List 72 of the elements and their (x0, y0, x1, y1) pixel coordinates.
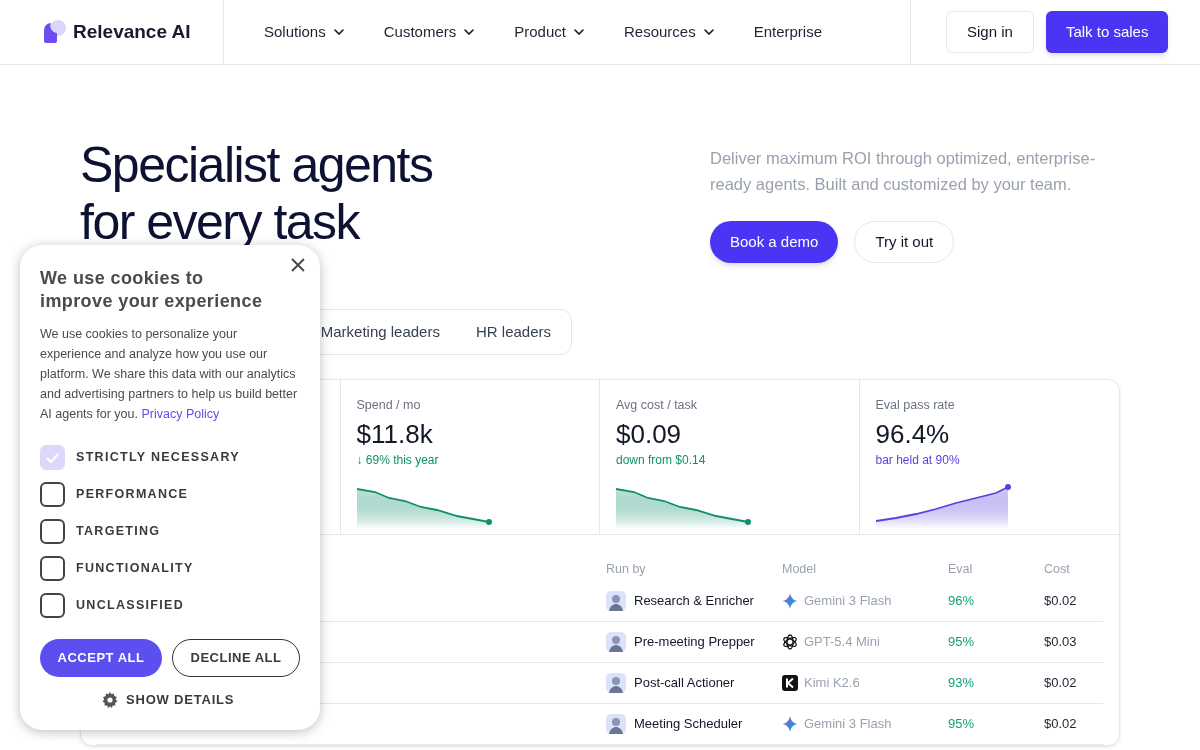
stat-value: 96.4% (875, 417, 951, 451)
tab[interactable]: Marketing leaders (304, 314, 456, 350)
nav-link[interactable]: Customers (383, 20, 475, 44)
cookie-option-label: PERFORMANCE (76, 486, 189, 504)
talk-to-sales-button[interactable]: Talk to sales (1045, 11, 1169, 53)
avatar-icon (606, 632, 626, 652)
nav-link[interactable]: Resources (623, 20, 714, 44)
stat-label: Spend / mo (356, 397, 422, 414)
stat-value: $11.8k (356, 417, 434, 451)
cost-value: $0.02 (1044, 715, 1077, 734)
stat-value: $0.09 (616, 417, 683, 451)
stat-note: ↓ 69% this year (356, 451, 440, 469)
gear-icon (102, 691, 118, 708)
logo-icon (41, 19, 67, 45)
cookie-description: We use cookies to personalize your experience and analyze how you use our platform. We share this data with our analytics and advertising partners to help us build better AI agents for you. Privacy Policy (40, 326, 299, 423)
accept-all-button[interactable]: ACCEPT ALL (40, 639, 162, 677)
cost-value: $0.03 (1044, 633, 1077, 652)
chevron-down-icon (333, 29, 344, 35)
privacy-policy-link[interactable]: Privacy Policy (141, 407, 220, 421)
cookie-option-label: STRICTLY NECESSARY (76, 449, 240, 467)
cookie-option-label: TARGETING (76, 523, 161, 541)
close-icon[interactable] (290, 257, 306, 273)
avatar-icon (606, 673, 626, 693)
avatar-icon (606, 714, 626, 734)
app-icon (782, 675, 798, 691)
eval-score: 93% (948, 674, 975, 693)
avatar-icon (606, 591, 626, 611)
eval-score: 95% (948, 715, 975, 734)
check-icon (46, 452, 59, 463)
stat-note: down from $0.14 (616, 451, 707, 469)
eval-score: 96% (948, 592, 975, 611)
stat-note: bar held at 90% (875, 451, 961, 469)
tab[interactable]: HR leaders (459, 314, 567, 350)
chevron-down-icon (703, 29, 714, 35)
checkbox[interactable] (40, 482, 65, 507)
hero-subtitle: Deliver maximum ROI through optimized, enterprise-ready agents. Built and customized by your team. (710, 148, 1097, 195)
column-header: Run by (606, 561, 646, 579)
cost-value: $0.02 (1044, 674, 1077, 693)
nav-link[interactable]: Enterprise (753, 20, 823, 44)
model-name: Gemini 3 Flash (804, 715, 892, 734)
cookie-option-label: UNCLASSIFIED (76, 597, 184, 615)
agent-name: Pre-meeting Prepper (634, 633, 755, 652)
book-demo-button[interactable]: Book a demo (710, 221, 839, 263)
column-header: Eval (948, 561, 973, 579)
checkbox[interactable] (40, 519, 65, 544)
column-header: Model (782, 561, 817, 579)
model-name: GPT-5.4 Mini (804, 633, 880, 652)
show-details-button[interactable]: SHOW DETAILS (102, 690, 235, 710)
brand-name[interactable]: Relevance AI (73, 17, 191, 47)
agent-name: Research & Enricher (634, 592, 754, 611)
knot-icon (782, 634, 798, 650)
cookie-title: We use cookies to improve your experience (40, 267, 264, 313)
agent-name: Meeting Scheduler (634, 715, 743, 734)
chevron-down-icon (573, 29, 584, 35)
stat-label: Avg cost / task (616, 397, 699, 414)
hero-title: Specialist agents for every task (80, 137, 434, 252)
nav-link[interactable]: Product (514, 20, 584, 44)
column-header: Cost (1044, 561, 1070, 579)
cost-value: $0.02 (1044, 592, 1077, 611)
agent-name: Post-call Actioner (634, 674, 735, 693)
sparkle-icon (782, 593, 798, 609)
stat-label: Eval pass rate (875, 397, 956, 414)
sparkle-icon (782, 716, 798, 732)
checkbox[interactable] (40, 593, 65, 618)
eval-score: 95% (948, 633, 975, 652)
sign-in-button[interactable]: Sign in (946, 11, 1034, 53)
model-name: Gemini 3 Flash (804, 592, 892, 611)
cookie-option-label: FUNCTIONALITY (76, 560, 194, 578)
model-name: Kimi K2.6 (804, 674, 860, 693)
chevron-down-icon (464, 29, 475, 35)
nav-link[interactable]: Solutions (264, 20, 344, 44)
checkbox[interactable] (40, 556, 65, 581)
